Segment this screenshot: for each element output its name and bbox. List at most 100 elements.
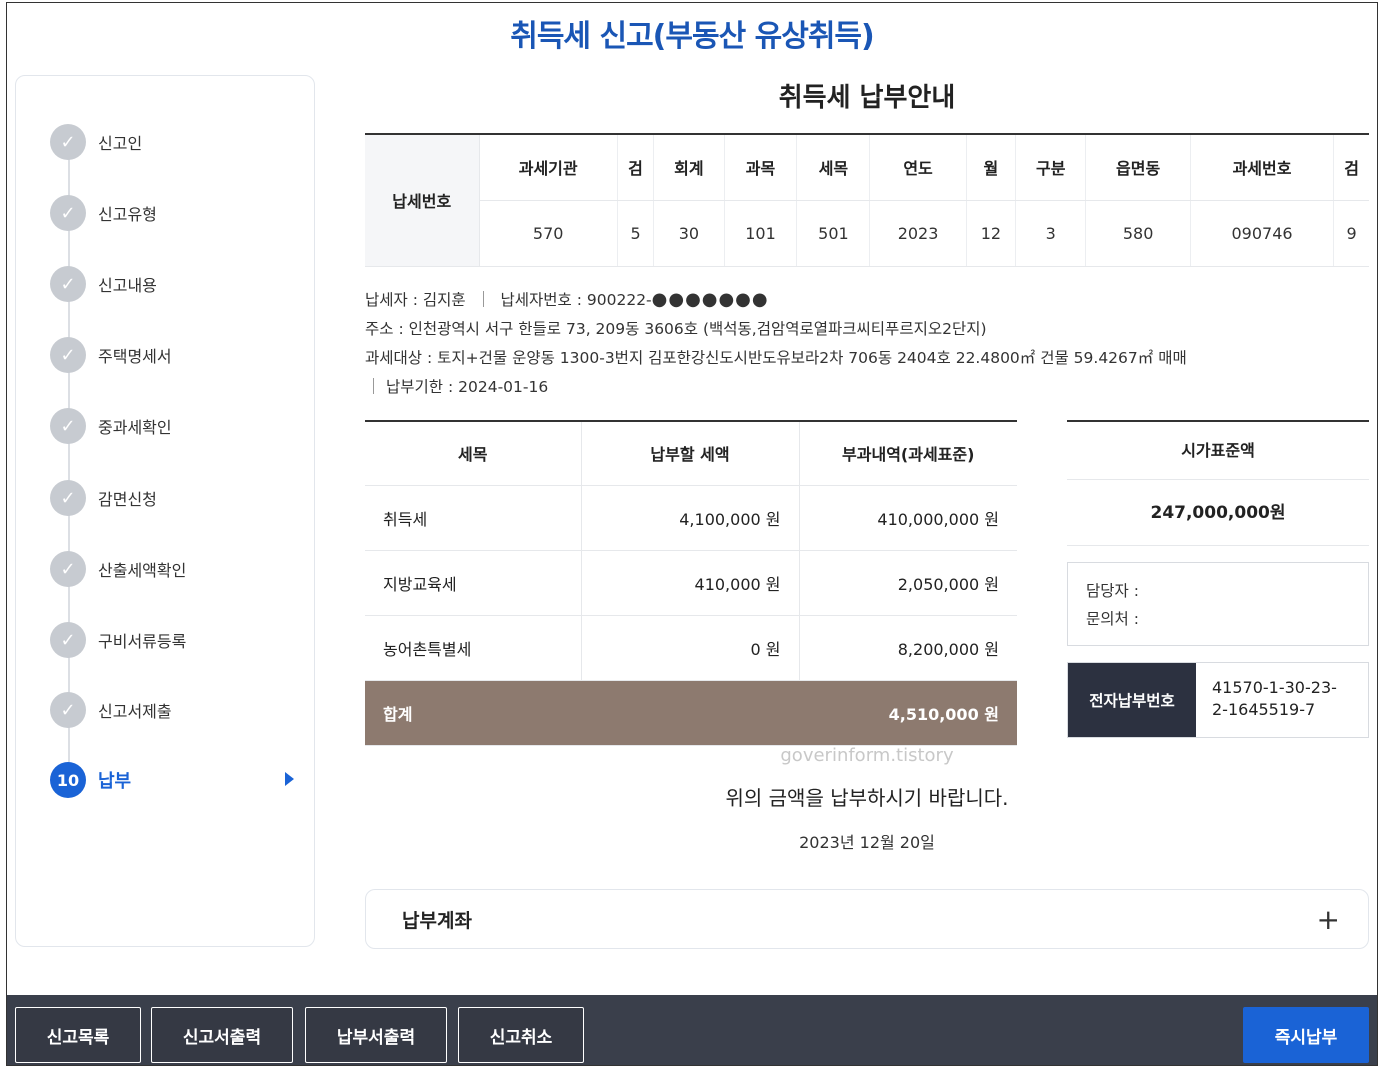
- section-title: 취득세 납부안내: [778, 83, 956, 113]
- calc-section: 세목 납부할 세액 부과내역(과세표준) 취득세 4,100,000 원 410…: [365, 419, 1369, 746]
- tax-number-cell: 090746: [1189, 200, 1334, 267]
- step-sidebar: ✓ 신고인 ✓ 신고유형 ✓ 신고내용 ✓ 주택명세서 ✓ 중과세확인 ✓ 감면신청 ✓ 산출세액확인 ✓ 구…: [15, 75, 315, 947]
- inquiry-label: 문의처 :: [1086, 609, 1139, 628]
- tax-number-col-header: 과세번호: [1189, 134, 1334, 201]
- standard-price-value: 247,000,000원: [1067, 480, 1369, 546]
- check-icon: ✓: [50, 337, 86, 373]
- step-label: 신고유형: [98, 205, 157, 224]
- watermark: goverinform.tistory: [780, 745, 954, 766]
- sidebar-step[interactable]: ✓ 중과세확인: [50, 406, 300, 446]
- step-label: 산출세액확인: [98, 561, 187, 580]
- sidebar-step[interactable]: ✓ 신고내용: [50, 264, 300, 304]
- step-label: 신고인: [98, 134, 143, 153]
- contact-box: 담당자 : 문의처 :: [1067, 561, 1369, 646]
- tax-number-cell: 580: [1085, 200, 1191, 267]
- sidebar-step[interactable]: ✓ 구비서류등록: [50, 620, 300, 660]
- due-date: 납부기한 : 2024-01-16: [386, 377, 549, 396]
- tax-number-col-header: 세목: [796, 134, 870, 201]
- print-report-button[interactable]: 신고서출력: [151, 1007, 293, 1063]
- tax-number-cell: 12: [965, 200, 1016, 267]
- tax-number-col-header: 연도: [869, 134, 967, 201]
- tax-number-cell: 501: [796, 200, 870, 267]
- standard-price-label: 시가표준액: [1067, 422, 1369, 480]
- total-value: 4,510,000 원: [581, 680, 1017, 746]
- step-number-badge: 10: [50, 762, 86, 798]
- table-row: 농어촌특별세 0 원 8,200,000 원: [365, 615, 1017, 681]
- table-row: 지방교육세 410,000 원 2,050,000 원: [365, 550, 1017, 616]
- app-frame: 취득세 신고(부동산 유상취득) ✓ 신고인 ✓ 신고유형 ✓ 신고내용 ✓ 주택명세서 ✓ 중과…: [6, 2, 1378, 1066]
- bottom-action-bar: 신고목록 신고서출력 납부서출력 신고취소 즉시납부: [7, 995, 1377, 1065]
- page-title: 취득세 신고(부동산 유상취득): [510, 19, 875, 54]
- tax-number-col-header: 구분: [1015, 134, 1086, 201]
- tax-number-cell: 3: [1015, 200, 1086, 267]
- divider: [482, 290, 484, 307]
- check-icon: ✓: [50, 408, 86, 444]
- row-item: 취득세: [365, 485, 581, 551]
- col-header-item: 세목: [365, 420, 581, 486]
- print-payment-slip-button[interactable]: 납부서출력: [305, 1007, 447, 1063]
- sidebar-step[interactable]: ✓ 감면신청: [50, 478, 300, 518]
- sidebar-step[interactable]: ✓ 신고유형: [50, 193, 300, 233]
- step-label: 구비서류등록: [98, 632, 187, 651]
- sidebar-step[interactable]: ✓ 산출세액확인: [50, 549, 300, 589]
- check-icon: ✓: [50, 124, 86, 160]
- epay-number: 41570-1-30-23-2-1645519-7: [1212, 677, 1337, 719]
- taxpayer-info: 납세자 : 김지훈 납세자번호 : 900222-●●●●●●● 주소 : 인천…: [365, 285, 1369, 402]
- step-label: 납부: [98, 771, 132, 792]
- epay-label: 전자납부번호: [1068, 662, 1196, 737]
- caret-right-icon: [285, 772, 294, 786]
- check-icon: ✓: [50, 480, 86, 516]
- report-list-button[interactable]: 신고목록: [15, 1007, 141, 1063]
- sidebar-step[interactable]: ✓ 신고서제출: [50, 690, 300, 730]
- sidebar-step[interactable]: ✓ 신고인: [50, 122, 300, 162]
- payment-account-accordion[interactable]: 납부계좌 +: [365, 889, 1369, 949]
- row-base: 410,000,000 원: [798, 485, 1017, 551]
- tax-number-row-label: 납세번호: [365, 134, 480, 267]
- row-item: 지방교육세: [365, 550, 581, 616]
- notice-date: 2023년 12월 20일: [799, 832, 935, 852]
- sidebar-step[interactable]: 10 납부: [50, 760, 300, 800]
- pay-now-button[interactable]: 즉시납부: [1243, 1007, 1369, 1063]
- main-content: 취득세 납부안내 납세번호 과세기관 검 회계 과목 세목 연도 월 구분 읍면동 과세번호 검 5…: [365, 75, 1369, 949]
- step-label: 신고서제출: [98, 702, 172, 721]
- tax-number-table: 납세번호 과세기관 검 회계 과목 세목 연도 월 구분 읍면동 과세번호 검 570 5 30 101 5…: [365, 133, 1369, 267]
- due-date-line: 납부기한 : 2024-01-16: [365, 373, 1369, 402]
- table-row: 취득세 4,100,000 원 410,000,000 원: [365, 485, 1017, 551]
- total-row: 합계 4,510,000 원: [365, 680, 1017, 746]
- step-label: 중과세확인: [98, 418, 172, 437]
- row-tax: 0 원: [580, 615, 799, 681]
- expand-plus-icon[interactable]: +: [1317, 903, 1340, 936]
- tax-number-col-header: 검: [1333, 134, 1369, 201]
- tax-number-cell: 30: [653, 200, 725, 267]
- taxpayer-id-mask: ●●●●●●●: [651, 288, 769, 310]
- payment-notice: 위의 금액을 납부하시기 바랍니다.: [725, 785, 1009, 810]
- taxpayer-name: 납세자 : 김지훈: [365, 290, 466, 309]
- standard-price-box: 시가표준액 247,000,000원: [1067, 419, 1369, 546]
- check-icon: ✓: [50, 266, 86, 302]
- step-label: 감면신청: [98, 490, 157, 509]
- tax-number-col-header: 과세기관: [479, 134, 618, 201]
- epay-number-box: 전자납부번호 41570-1-30-23-2-1645519-7: [1067, 661, 1369, 738]
- tax-number-cell: 101: [723, 200, 797, 267]
- sidebar-step[interactable]: ✓ 주택명세서: [50, 335, 300, 375]
- total-label: 합계: [365, 680, 581, 746]
- row-base: 8,200,000 원: [798, 615, 1017, 681]
- tax-number-col-header: 회계: [653, 134, 725, 201]
- tax-number-cell: 5: [616, 200, 654, 267]
- col-header-base: 부과내역(과세표준): [798, 420, 1017, 486]
- step-label: 신고내용: [98, 276, 157, 295]
- check-icon: ✓: [50, 551, 86, 587]
- cancel-report-button[interactable]: 신고취소: [458, 1007, 584, 1063]
- divider: [373, 377, 374, 394]
- taxpayer-id-label: 납세자번호 : 900222-: [500, 290, 652, 309]
- tax-number-col-header: 월: [965, 134, 1016, 201]
- address-line: 주소 : 인천광역시 서구 한들로 73, 209동 3606호 (백석동,검암…: [365, 319, 987, 338]
- tax-number-col-header: 읍면동: [1085, 134, 1191, 201]
- step-list: ✓ 신고인 ✓ 신고유형 ✓ 신고내용 ✓ 주택명세서 ✓ 중과세확인 ✓ 감면신청 ✓ 산출세액확인 ✓ 구…: [16, 76, 314, 946]
- tax-number-col-header: 과목: [723, 134, 797, 201]
- taxpayer-line: 납세자 : 김지훈 납세자번호 : 900222-●●●●●●●: [365, 285, 1369, 315]
- target-line: 과세대상 : 토지+건물 운양동 1300-3번지 김포한강신도시반도유보라2차…: [365, 348, 1187, 367]
- check-icon: ✓: [50, 195, 86, 231]
- payment-account-title: 납부계좌: [402, 909, 472, 932]
- row-tax: 410,000 원: [580, 550, 799, 616]
